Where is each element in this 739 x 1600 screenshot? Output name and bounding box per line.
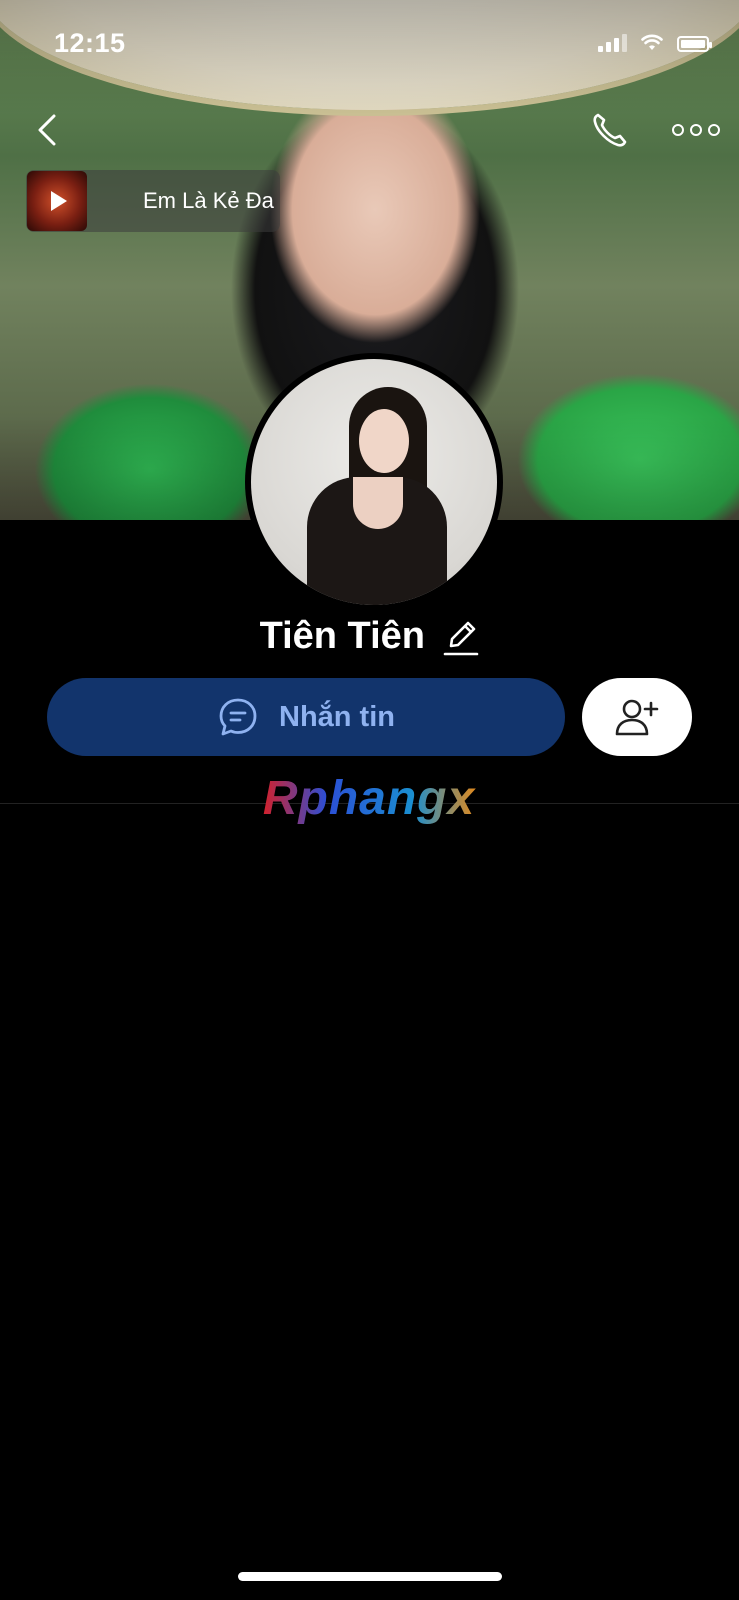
watermark-logo: Rphangx xyxy=(263,772,477,825)
add-friend-button[interactable] xyxy=(582,678,692,756)
more-dots-icon xyxy=(672,124,684,136)
profile-name-row: Tiên Tiên xyxy=(0,615,739,658)
profile-music-player[interactable]: Em Là Kẻ Đa xyxy=(26,170,280,232)
more-options-button[interactable] xyxy=(672,112,722,148)
profile-name: Tiên Tiên xyxy=(259,615,425,657)
add-user-icon xyxy=(615,699,659,736)
status-bar: 12:15 xyxy=(0,0,739,90)
signal-icon xyxy=(598,34,627,52)
music-title: Em Là Kẻ Đa xyxy=(143,188,274,213)
pencil-icon[interactable] xyxy=(443,616,479,658)
back-button[interactable] xyxy=(28,108,68,152)
battery-icon xyxy=(677,36,712,52)
status-icons xyxy=(598,34,712,52)
chat-bubble-icon xyxy=(219,698,257,736)
wifi-icon xyxy=(641,34,663,50)
profile-avatar[interactable] xyxy=(245,353,503,611)
phone-icon xyxy=(593,113,627,147)
chevron-left-icon xyxy=(38,114,56,146)
status-time: 12:15 xyxy=(54,28,126,58)
home-indicator[interactable] xyxy=(238,1572,502,1581)
music-cover-thumbnail[interactable] xyxy=(27,171,87,231)
send-message-label: Nhắn tin xyxy=(279,700,395,733)
play-icon xyxy=(51,191,67,211)
send-message-button[interactable]: Nhắn tin xyxy=(47,678,565,756)
call-button[interactable] xyxy=(588,108,632,152)
watermark-text: Rphangx xyxy=(263,772,477,825)
